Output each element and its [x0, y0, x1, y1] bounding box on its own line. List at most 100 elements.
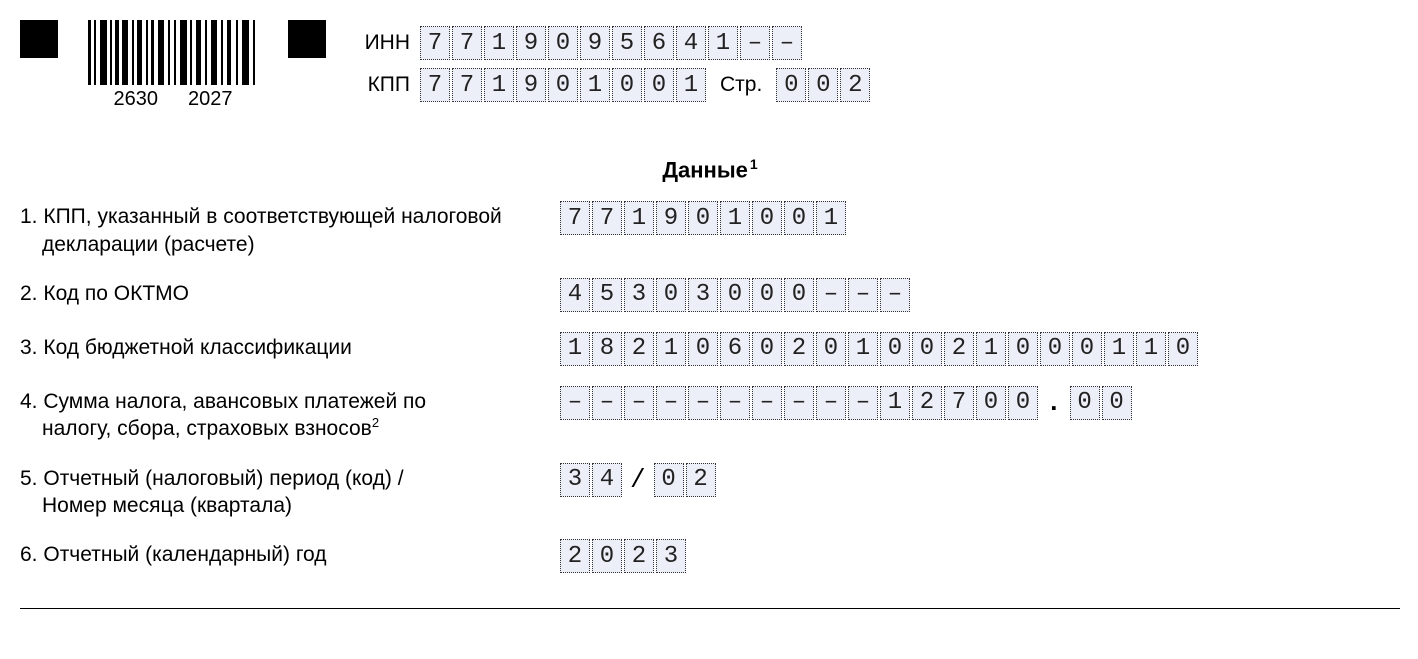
char-cell: 2	[912, 386, 942, 420]
char-cell: 0	[776, 68, 806, 102]
char-cell: 0	[784, 278, 814, 312]
row5-cells-a: 34	[560, 463, 622, 497]
char-cell: 1	[484, 68, 514, 102]
char-cell: 9	[516, 68, 546, 102]
char-cell: 1	[848, 332, 878, 366]
char-cell: 9	[580, 26, 610, 60]
char-cell: 1	[580, 68, 610, 102]
char-cell: 7	[420, 68, 450, 102]
char-cell: 0	[880, 332, 910, 366]
char-cell: 0	[1040, 332, 1070, 366]
char-cell: 0	[784, 201, 814, 235]
decimal-dot: .	[1044, 388, 1064, 418]
char-cell: 0	[808, 68, 838, 102]
char-cell: 0	[548, 26, 578, 60]
char-cell: 8	[592, 332, 622, 366]
section-divider	[20, 608, 1400, 609]
char-cell: 2	[624, 332, 654, 366]
char-cell: 3	[560, 463, 590, 497]
char-cell: –	[880, 278, 910, 312]
char-cell: 1	[708, 26, 738, 60]
row4-cells-dec: 00	[1070, 386, 1132, 420]
barcode-number-left: 2630	[114, 88, 159, 111]
row5-label: 5. Отчетный (налоговый) период (код) / Н…	[20, 463, 560, 520]
row3-label: 3. Код бюджетной классификации	[20, 332, 560, 361]
page-label: Стр.	[720, 73, 762, 97]
char-cell: 1	[816, 201, 846, 235]
section-title: Данные1	[20, 156, 1400, 183]
row1-label: 1. КПП, указанный в соответствующей нало…	[20, 201, 560, 258]
row6-label: 6. Отчетный (календарный) год	[20, 539, 560, 568]
row3-cells: 18210602010021000110	[560, 332, 1198, 366]
inn-label: ИНН	[356, 31, 410, 55]
char-cell: 1	[976, 332, 1006, 366]
char-cell: 5	[612, 26, 642, 60]
char-cell: 4	[676, 26, 706, 60]
row2-label: 2. Код по ОКТМО	[20, 278, 560, 307]
char-cell: 2	[944, 332, 974, 366]
char-cell: 6	[720, 332, 750, 366]
char-cell: 1	[624, 201, 654, 235]
char-cell: –	[688, 386, 718, 420]
char-cell: –	[772, 26, 802, 60]
char-cell: 0	[816, 332, 846, 366]
inn-cells: 7719095641––	[420, 26, 802, 60]
char-cell: –	[592, 386, 622, 420]
char-cell: 0	[976, 386, 1006, 420]
char-cell: –	[784, 386, 814, 420]
char-cell: 1	[560, 332, 590, 366]
char-cell: 7	[592, 201, 622, 235]
char-cell: 4	[560, 278, 590, 312]
char-cell: 0	[654, 463, 684, 497]
char-cell: 0	[1070, 386, 1100, 420]
row5-cells-b: 02	[654, 463, 716, 497]
char-cell: –	[560, 386, 590, 420]
char-cell: 0	[1008, 386, 1038, 420]
char-cell: 0	[656, 278, 686, 312]
char-cell: –	[848, 278, 878, 312]
slash-separator: /	[628, 465, 648, 495]
char-cell: –	[656, 386, 686, 420]
char-cell: 3	[624, 278, 654, 312]
char-cell: 5	[592, 278, 622, 312]
char-cell: 0	[752, 332, 782, 366]
char-cell: 0	[1072, 332, 1102, 366]
char-cell: –	[720, 386, 750, 420]
char-cell: 0	[720, 278, 750, 312]
char-cell: 2	[840, 68, 870, 102]
char-cell: –	[816, 386, 846, 420]
char-cell: –	[752, 386, 782, 420]
char-cell: 1	[484, 26, 514, 60]
char-cell: 7	[420, 26, 450, 60]
char-cell: 4	[592, 463, 622, 497]
row4-label: 4. Сумма налога, авансовых платежей по н…	[20, 386, 560, 443]
char-cell: 0	[612, 68, 642, 102]
char-cell: 7	[560, 201, 590, 235]
char-cell: 0	[1008, 332, 1038, 366]
char-cell: 1	[880, 386, 910, 420]
char-cell: 0	[1168, 332, 1198, 366]
char-cell: 0	[912, 332, 942, 366]
kpp-cells: 771901001	[420, 68, 706, 102]
char-cell: 1	[676, 68, 706, 102]
char-cell: –	[740, 26, 770, 60]
char-cell: 1	[1104, 332, 1134, 366]
row2-cells: 45303000–––	[560, 278, 910, 312]
char-cell: 0	[688, 332, 718, 366]
char-cell: 7	[944, 386, 974, 420]
barcode-number-right: 2027	[188, 88, 233, 111]
row6-cells: 2023	[560, 539, 686, 573]
char-cell: 0	[1102, 386, 1132, 420]
char-cell: 0	[688, 201, 718, 235]
char-cell: 7	[452, 68, 482, 102]
char-cell: 0	[644, 68, 674, 102]
char-cell: 2	[624, 539, 654, 573]
char-cell: 2	[560, 539, 590, 573]
char-cell: 0	[592, 539, 622, 573]
kpp-label: КПП	[356, 73, 410, 97]
char-cell: 3	[688, 278, 718, 312]
char-cell: 9	[516, 26, 546, 60]
char-cell: 3	[656, 539, 686, 573]
char-cell: 0	[752, 201, 782, 235]
page-cells: 002	[776, 68, 870, 102]
